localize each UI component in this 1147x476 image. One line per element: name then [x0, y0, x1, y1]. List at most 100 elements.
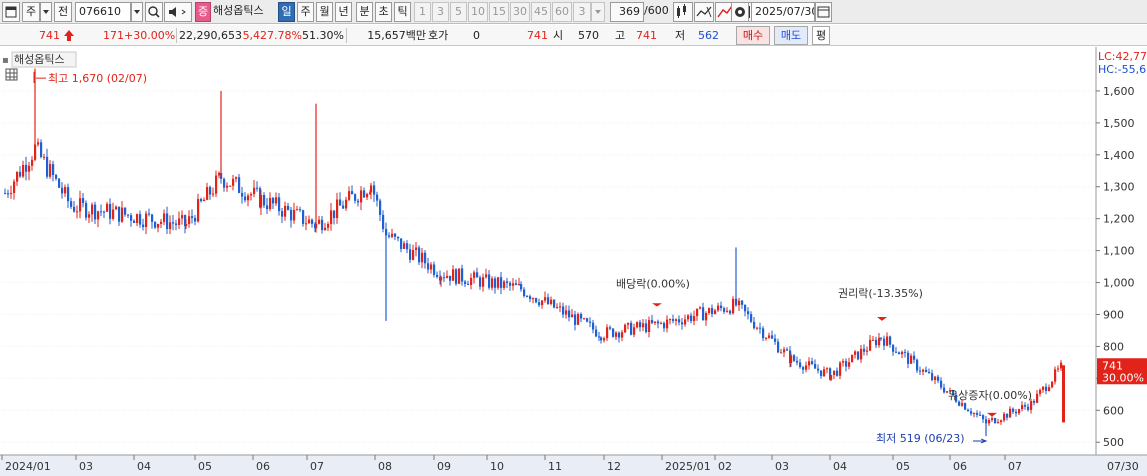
candle-body	[391, 233, 394, 237]
y-tick-label: 1,200	[1103, 213, 1135, 226]
candle-body	[547, 297, 550, 305]
candlestick-chart[interactable]: 5006007008009001,0001,1001,2001,3001,400…	[0, 47, 1147, 476]
candle-body	[215, 175, 218, 194]
interval-custom-input[interactable]: 3	[573, 2, 591, 22]
candle-body	[904, 351, 907, 353]
interval-30[interactable]: 30	[510, 2, 530, 22]
candle-body	[91, 204, 94, 215]
window-menu-icon[interactable]	[2, 2, 20, 22]
candle-body	[376, 194, 379, 201]
stock-code-input[interactable]: 076610	[75, 2, 131, 22]
tab-period-minute[interactable]: 분	[356, 2, 373, 22]
interval-10[interactable]: 10	[468, 2, 488, 22]
interval-45[interactable]: 45	[531, 2, 551, 22]
candle-body	[1024, 405, 1027, 407]
candle-body	[609, 327, 612, 329]
y-tick-label: 1,400	[1103, 149, 1135, 162]
candle-body	[1036, 393, 1039, 403]
candle-body	[586, 318, 589, 322]
y-tick-label: 600	[1103, 404, 1124, 417]
chart-type-icon[interactable]	[673, 2, 693, 22]
candle-body	[385, 229, 388, 236]
candle-body	[241, 192, 244, 197]
candle-body	[651, 320, 654, 324]
candle-body	[839, 362, 842, 376]
candle-body	[750, 314, 753, 322]
candle-body	[532, 298, 535, 300]
tab-period-second[interactable]: 초	[375, 2, 392, 22]
candle-body	[1054, 369, 1057, 382]
candle-body	[421, 252, 424, 263]
settings-gear-icon[interactable]	[731, 2, 749, 22]
sound-icon[interactable]	[164, 2, 192, 22]
candle-body	[627, 322, 630, 325]
lc-label: LC:42,77	[1098, 50, 1147, 63]
tab-period-month[interactable]: 월	[316, 2, 333, 22]
interval-60[interactable]: 60	[552, 2, 572, 22]
date-input[interactable]: 2025/07/30	[751, 2, 815, 22]
candle-body	[4, 193, 7, 195]
code-dropdown-icon[interactable]	[131, 2, 143, 22]
interval-3[interactable]: 3	[432, 2, 449, 22]
interval-5[interactable]: 5	[450, 2, 467, 22]
candle-body	[100, 211, 103, 213]
x-tick-label: 09	[437, 460, 451, 473]
candle-body	[345, 199, 348, 209]
candle-body	[440, 277, 443, 281]
candle-body	[318, 219, 321, 224]
candle-body	[115, 206, 118, 210]
candle-body	[455, 269, 458, 284]
bar-count-input[interactable]: 369	[610, 2, 644, 22]
candle-body	[660, 323, 663, 325]
candle-body	[541, 300, 544, 306]
candle-body	[342, 205, 345, 209]
candle-body	[600, 337, 603, 341]
chevron-down-icon[interactable]	[40, 2, 52, 22]
candle-body	[479, 277, 482, 287]
candle-body	[324, 227, 327, 231]
candle-body	[106, 203, 109, 212]
interval-1[interactable]: 1	[414, 2, 431, 22]
tab-period-tick[interactable]: 틱	[394, 2, 411, 22]
average-button[interactable]: 평	[812, 26, 830, 45]
candle-body	[157, 223, 160, 228]
candle-body	[1018, 409, 1021, 414]
candle-body	[160, 221, 163, 224]
calendar-icon[interactable]	[815, 2, 832, 22]
candle-body	[64, 187, 67, 194]
candle-body	[833, 370, 836, 376]
candle-body	[363, 190, 366, 198]
price-change: 171	[103, 29, 124, 42]
x-tick-label: 12	[607, 460, 621, 473]
candle-body	[476, 272, 479, 278]
candle-body	[260, 195, 263, 208]
candle-body	[382, 214, 385, 230]
candle-body	[741, 300, 744, 305]
candle-body	[866, 350, 869, 352]
tab-period-day[interactable]: 일	[278, 2, 295, 22]
indicator-icon[interactable]	[694, 2, 714, 22]
interval-dropdown-icon[interactable]	[591, 2, 605, 22]
candle-body	[636, 322, 639, 328]
candle-body	[919, 370, 922, 372]
candle-body	[913, 355, 916, 360]
candle-body	[836, 370, 839, 376]
candle-body	[82, 198, 85, 203]
candle-body	[238, 177, 241, 193]
candle-body	[910, 355, 913, 364]
buy-button[interactable]: 매수	[736, 26, 770, 45]
period-mode-select[interactable]: 주	[22, 2, 40, 22]
tab-period-year[interactable]: 년	[335, 2, 352, 22]
sell-button[interactable]: 매도	[774, 26, 808, 45]
candle-body	[872, 339, 875, 341]
search-icon[interactable]	[145, 2, 163, 22]
prev-button[interactable]: 전	[54, 2, 72, 22]
candle-body	[185, 224, 188, 227]
candle-body	[774, 338, 777, 342]
interval-15[interactable]: 15	[489, 2, 509, 22]
tab-period-week[interactable]: 주	[297, 2, 314, 22]
candle-body	[729, 310, 732, 314]
candle-body	[771, 335, 774, 339]
candle-body	[403, 243, 406, 249]
candle-body	[148, 213, 151, 215]
